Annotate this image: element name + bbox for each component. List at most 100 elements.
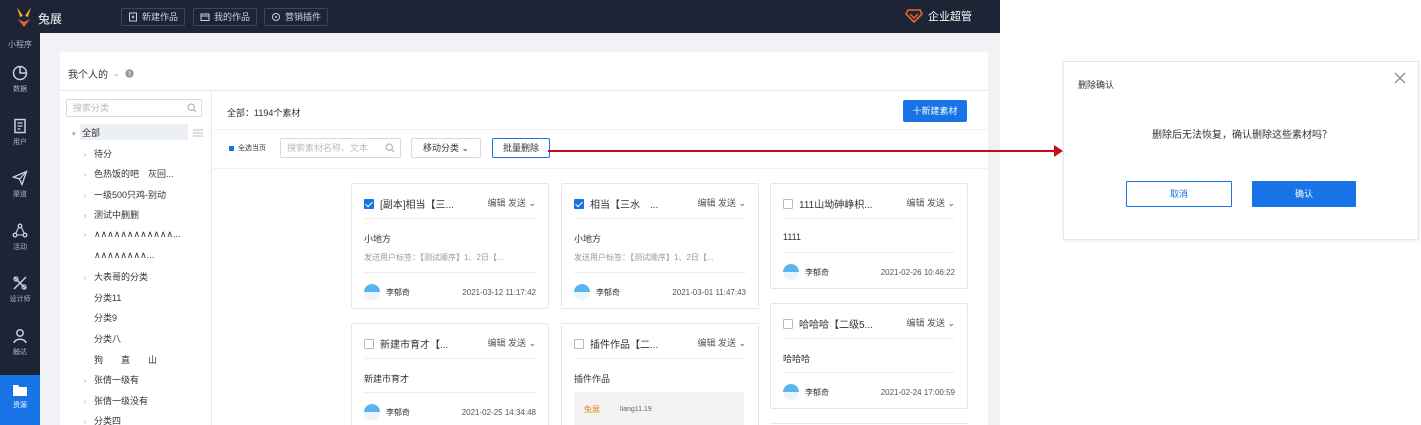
folder-resource-icon: [13, 385, 27, 396]
card-header: 哈哈哈【二级5...: [783, 316, 873, 331]
expand-arrow-icon[interactable]: ›: [84, 213, 94, 220]
workspace-switcher[interactable]: 我个人的 ⌄ ?: [68, 66, 134, 81]
rabbit-logo-icon: [17, 7, 31, 27]
tree-node[interactable]: 分类八: [84, 332, 121, 345]
svg-text:?: ?: [127, 70, 130, 78]
material-card[interactable]: [副本]相当【三... 编辑 发送 ⌄ 小地方 发送用户标签：【测试顺序】1、2…: [351, 183, 549, 309]
card-checkbox[interactable]: [364, 198, 374, 209]
tree-node[interactable]: › 分类四: [84, 414, 121, 425]
card-thumbnail: 兔展 liang11.19: [574, 392, 744, 425]
expand-arrow-icon[interactable]: ›: [84, 275, 94, 282]
tree-node-label: 大表哥的分类: [94, 272, 149, 283]
tree-node[interactable]: ∧∧∧∧∧∧∧∧...: [84, 250, 154, 261]
folder-icon: [200, 13, 210, 21]
select-page-checkbox[interactable]: 全选当页: [229, 143, 266, 153]
sidenav-item-designer[interactable]: 设计师: [0, 275, 40, 315]
material-search-input[interactable]: 搜索素材名称、文本: [280, 138, 401, 158]
material-card[interactable]: 哈哈哈【二级5... 编辑 发送 ⌄ 哈哈哈 李郁奇 2021-02-24 17:…: [770, 303, 968, 409]
card-checkbox[interactable]: [783, 318, 793, 329]
close-icon[interactable]: [1394, 72, 1406, 84]
tree-node[interactable]: › 张倩一级没有: [84, 394, 148, 407]
expand-arrow-icon[interactable]: ›: [84, 193, 94, 200]
expand-arrow-icon[interactable]: ›: [84, 399, 94, 406]
dialog-message: 删除后无法恢复，确认删除这些素材吗？: [1152, 130, 1332, 141]
expand-arrow-icon[interactable]: ›: [84, 172, 94, 179]
avatar: [783, 384, 799, 400]
expand-arrow-icon[interactable]: ›: [84, 378, 94, 385]
materials-main: 全部：1194个素材 十新建素材 全选当页 搜索素材名称、文本 移动分类 ⌄ 批…: [213, 91, 988, 425]
tree-node[interactable]: › 一级500只鸡-别动: [84, 188, 166, 201]
category-search-input[interactable]: 搜索分类: [66, 99, 202, 117]
card-divider: [364, 272, 536, 273]
material-card[interactable]: 插件作品【二... 编辑 发送 ⌄ 插件作品 兔展 liang11.19: [561, 323, 759, 425]
material-card[interactable]: 111山坳砷峥枳... 编辑 发送 ⌄ 1111 李郁奇 2021-02-26 1…: [770, 183, 968, 289]
tree-node[interactable]: ▾ 全部: [72, 126, 100, 139]
brand-logo[interactable]: 兔展: [14, 6, 64, 28]
thumbnail-logo: 兔展: [584, 405, 600, 414]
card-header: 相当【三水 ...: [574, 196, 658, 211]
tree-node[interactable]: › ∧∧∧∧∧∧∧∧∧∧∧∧...: [84, 229, 181, 240]
brand-name: 兔展: [38, 12, 63, 26]
tree-node[interactable]: 狗 直 山: [84, 353, 157, 366]
my-works-button[interactable]: 我的作品: [193, 8, 258, 26]
tree-node[interactable]: › 张倩一级有: [84, 373, 139, 386]
card-actions[interactable]: 编辑 发送 ⌄: [487, 196, 536, 209]
marketing-plugin-button[interactable]: 营销插件: [264, 8, 329, 26]
card-checkbox[interactable]: [574, 198, 584, 209]
card-actions[interactable]: 编辑 发送 ⌄: [906, 196, 955, 209]
tree-node[interactable]: › 测试中删删: [84, 208, 139, 221]
sidenav-label: 渠道: [13, 191, 27, 198]
card-text: 插件作品: [574, 374, 611, 384]
tree-node[interactable]: 分类9: [84, 311, 117, 324]
card-user: 李郁奇: [386, 287, 410, 297]
sidenav-item-data[interactable]: 数据: [0, 65, 40, 105]
card-actions[interactable]: 编辑 发送 ⌄: [697, 196, 746, 209]
app-window: 兔展 新建作品 我的作品 营销插件 企业超管 小程序 数据 用户 渠道 活动 设…: [0, 0, 1000, 425]
bulk-delete-button[interactable]: 批量删除: [492, 138, 550, 158]
card-footer: 李郁奇 2021-03-01 11:47:43: [574, 284, 746, 300]
confirm-button[interactable]: 确认: [1252, 181, 1356, 207]
card-actions[interactable]: 编辑 发送 ⌄: [487, 336, 536, 349]
card-actions[interactable]: 编辑 发送 ⌄: [697, 336, 746, 349]
category-tree: 搜索分类 ▾ 全部 › 待分 › 色热饭的吧 灰回... › 一级500只鸡-别动 › 测试中删删…: [60, 91, 212, 425]
activity-icon: [12, 223, 28, 238]
sidenav-item-resources[interactable]: 资源: [0, 375, 40, 425]
drag-handle-icon[interactable]: [193, 129, 203, 137]
material-card[interactable]: 新建市育才【... 编辑 发送 ⌄ 新建市育才 李郁奇 2021-02-25 14…: [351, 323, 549, 425]
sidenav-item-channels[interactable]: 渠道: [0, 170, 40, 210]
move-category-button[interactable]: 移动分类 ⌄: [411, 138, 481, 158]
sidenav-item-users[interactable]: 用户: [0, 118, 40, 158]
card-checkbox[interactable]: [574, 338, 584, 349]
tree-node[interactable]: 分类11: [84, 291, 121, 304]
expand-arrow-icon[interactable]: ›: [84, 419, 94, 425]
thumbnail-text: liang11.19: [620, 406, 652, 413]
cancel-button[interactable]: 取消: [1126, 181, 1232, 207]
new-work-button[interactable]: 新建作品: [121, 8, 186, 26]
card-checkbox[interactable]: [364, 338, 374, 349]
annotation-arrow-line: [548, 150, 1055, 152]
enterprise-admin-menu[interactable]: 企业超管: [905, 8, 972, 24]
material-card[interactable]: 相当【三水 ... 编辑 发送 ⌄ 小地方 发送用户标签：【测试顺序】1、2日【…: [561, 183, 759, 309]
side-nav: 小程序 数据 用户 渠道 活动 设计师 触达 资源: [0, 33, 40, 425]
card-text: 新建市育才: [364, 374, 410, 384]
tree-node[interactable]: › 待分: [84, 147, 112, 160]
card-actions[interactable]: 编辑 发送 ⌄: [906, 316, 955, 329]
checkbox-partial-icon: [229, 145, 234, 151]
card-header: [副本]相当【三...: [364, 196, 454, 211]
material-search-placeholder: 搜索素材名称、文本: [287, 143, 369, 153]
help-icon[interactable]: ?: [125, 69, 134, 78]
expand-arrow-icon[interactable]: ▾: [72, 130, 82, 138]
card-checkbox[interactable]: [783, 198, 793, 209]
card-footer: 李郁奇 2021-02-25 14:34:48: [364, 404, 536, 420]
sidenav-item-reach[interactable]: 触达: [0, 328, 40, 368]
card-footer: 李郁奇 2021-02-26 10:46:22: [783, 264, 955, 280]
expand-arrow-icon[interactable]: ›: [84, 232, 94, 239]
sidenav-item-activities[interactable]: 活动: [0, 223, 40, 263]
sidenav-mini-program[interactable]: 小程序: [0, 39, 40, 50]
avatar: [364, 284, 380, 300]
new-material-button[interactable]: 十新建素材: [903, 100, 967, 122]
tree-node[interactable]: › 大表哥的分类: [84, 270, 148, 283]
tree-node[interactable]: › 色热饭的吧 灰回...: [84, 167, 174, 180]
expand-arrow-icon[interactable]: ›: [84, 152, 94, 159]
card-user: 李郁奇: [596, 287, 620, 297]
